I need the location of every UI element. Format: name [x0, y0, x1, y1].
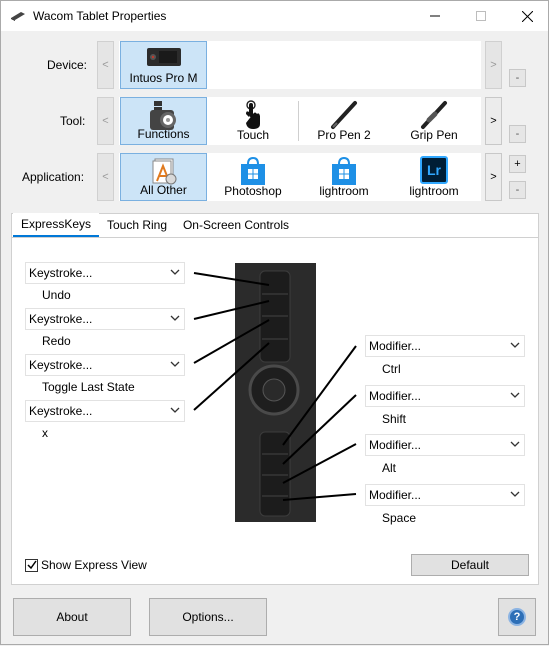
expresskey-2-dropdown[interactable]: Keystroke...	[25, 308, 185, 330]
show-express-view-label: Show Express View	[41, 558, 147, 572]
expresskey-8-value: Modifier...	[369, 488, 422, 502]
expresskey-5-dropdown[interactable]: Modifier...	[365, 335, 525, 357]
help-icon: ?	[508, 608, 526, 626]
about-button-label: About	[56, 610, 88, 624]
expresskey-6-label: Shift	[382, 412, 407, 426]
expresskey-3-label: Toggle Last State	[42, 380, 135, 394]
chevron-down-icon	[170, 269, 180, 275]
default-button-label: Default	[450, 558, 490, 572]
default-button[interactable]: Default	[411, 554, 529, 576]
chevron-down-icon	[510, 441, 520, 447]
lower-keys-graphic	[259, 431, 291, 517]
help-icon-glyph: ?	[513, 611, 521, 623]
expresskey-5-value: Modifier...	[369, 339, 422, 353]
expresskey-8-dropdown[interactable]: Modifier...	[365, 484, 525, 506]
help-button[interactable]: ?	[498, 598, 536, 636]
chevron-down-icon	[510, 342, 520, 348]
touch-ring-graphic	[248, 364, 300, 416]
chevron-down-icon	[510, 392, 520, 398]
window: Wacom Tablet Properties Device: < Intuos…	[0, 0, 549, 645]
chevron-down-icon	[170, 407, 180, 413]
expresskey-1-label: Undo	[42, 288, 71, 302]
expresskey-6-dropdown[interactable]: Modifier...	[365, 385, 525, 407]
expresskey-5-label: Ctrl	[382, 362, 401, 376]
expresskey-7-value: Modifier...	[369, 438, 422, 452]
show-express-view-checkbox[interactable]: Show Express View	[25, 558, 147, 572]
expresskey-3-value: Keystroke...	[29, 358, 93, 372]
about-button[interactable]: About	[13, 598, 131, 636]
expresskey-1-dropdown[interactable]: Keystroke...	[25, 262, 185, 284]
chevron-down-icon	[170, 361, 180, 367]
expresskey-4-value: Keystroke...	[29, 404, 93, 418]
expresskey-8-label: Space	[382, 511, 417, 525]
expresskey-7-label: Alt	[382, 461, 397, 475]
expresskey-2-label: Redo	[42, 334, 71, 348]
expresskey-7-dropdown[interactable]: Modifier...	[365, 434, 525, 456]
chevron-down-icon	[510, 491, 520, 497]
checkbox-box[interactable]	[25, 558, 38, 572]
options-button[interactable]: Options...	[149, 598, 267, 636]
checkmark-icon	[26, 560, 37, 570]
expresskey-2-value: Keystroke...	[29, 312, 93, 326]
expresskey-4-dropdown[interactable]: Keystroke...	[25, 400, 185, 422]
expresskey-1-value: Keystroke...	[29, 266, 93, 280]
expresskey-4-label: x	[42, 426, 48, 440]
options-button-label: Options...	[182, 610, 234, 624]
expresskey-3-dropdown[interactable]: Keystroke...	[25, 354, 185, 376]
chevron-down-icon	[170, 315, 180, 321]
expresskey-6-value: Modifier...	[369, 389, 422, 403]
